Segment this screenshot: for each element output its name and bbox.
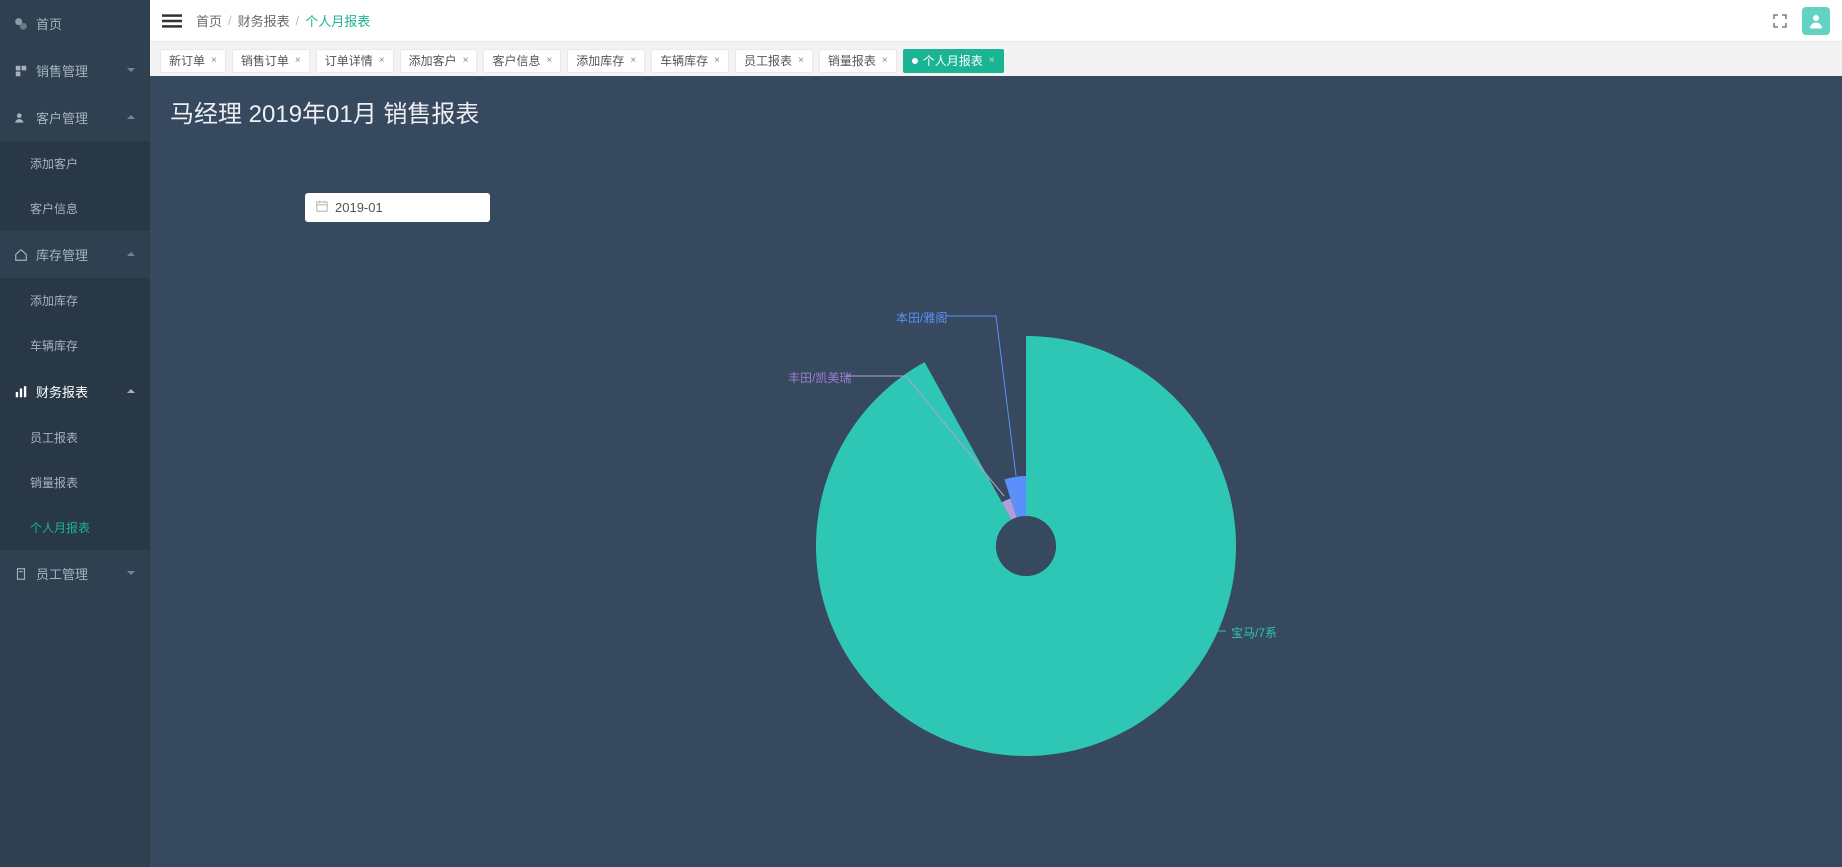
tab-vehicle-inventory[interactable]: 车辆库存 × — [651, 49, 729, 74]
tab-label: 销量报表 — [828, 53, 876, 70]
topbar-right — [1772, 7, 1830, 35]
chevron-up-icon — [126, 110, 136, 125]
sidebar-item-sales[interactable]: 销售管理 — [0, 47, 150, 94]
sidebar-item-label: 销售管理 — [36, 61, 88, 80]
tab-label: 员工报表 — [744, 53, 792, 70]
sidebar-item-label: 首页 — [36, 14, 62, 33]
avatar[interactable] — [1802, 7, 1830, 35]
chart-label-bmw: 宝马/7系 — [1231, 624, 1277, 641]
sidebar-item-label: 员工报表 — [30, 429, 78, 446]
sidebar-item-personal-monthly[interactable]: 个人月报表 — [0, 505, 150, 550]
tab-label: 新订单 — [169, 53, 205, 70]
tab-label: 添加客户 — [409, 53, 457, 70]
chart-svg — [546, 196, 1446, 867]
tab-label: 客户信息 — [492, 53, 540, 70]
tab-add-customer[interactable]: 添加客户 × — [400, 49, 478, 74]
chevron-up-icon — [126, 247, 136, 262]
sales-icon — [14, 64, 28, 78]
chevron-down-icon — [126, 63, 136, 78]
tab-label: 订单详情 — [325, 53, 373, 70]
sidebar-item-staff[interactable]: 员工管理 — [0, 550, 150, 597]
staff-icon — [14, 567, 28, 581]
sidebar-item-reports[interactable]: 财务报表 — [0, 368, 150, 415]
close-icon[interactable]: × — [714, 54, 720, 68]
tab-staff-report[interactable]: 员工报表 × — [735, 49, 813, 74]
close-icon[interactable]: × — [211, 54, 217, 68]
tab-add-inventory[interactable]: 添加库存 × — [567, 49, 645, 74]
breadcrumb: 首页 / 财务报表 / 个人月报表 — [196, 11, 370, 30]
breadcrumb-home[interactable]: 首页 — [196, 11, 222, 30]
tab-label: 销售订单 — [241, 53, 289, 70]
tab-personal-monthly[interactable]: 个人月报表 × — [903, 49, 1004, 74]
sidebar-item-home[interactable]: 首页 — [0, 0, 150, 47]
topbar: 首页 / 财务报表 / 个人月报表 — [150, 0, 1842, 42]
tab-sales-report[interactable]: 销量报表 × — [819, 49, 897, 74]
tabsbar: 新订单 × 销售订单 × 订单详情 × 添加客户 × 客户信息 × 添加库存 × 车辆库存 ×… — [150, 42, 1842, 76]
content: 首页 / 财务报表 / 个人月报表 新订单 × 销售订单 × 订单详情 × — [150, 0, 1842, 867]
chart-hole — [996, 516, 1056, 576]
close-icon[interactable]: × — [882, 54, 888, 68]
chevron-down-icon — [126, 566, 136, 581]
date-input[interactable]: 2019-01 — [305, 193, 490, 222]
sidebar-item-customers[interactable]: 客户管理 — [0, 94, 150, 141]
calendar-icon — [315, 199, 329, 216]
home-icon — [14, 248, 28, 262]
sidebar-item-label: 财务报表 — [36, 382, 88, 401]
tab-customer-info[interactable]: 客户信息 × — [483, 49, 561, 74]
sidebar-item-label: 个人月报表 — [30, 519, 90, 536]
chart-label-toyota: 丰田/凯美瑞 — [788, 369, 851, 386]
date-value: 2019-01 — [335, 200, 383, 215]
sidebar-item-customer-info[interactable]: 客户信息 — [0, 186, 150, 231]
close-icon[interactable]: × — [295, 54, 301, 68]
tab-label: 车辆库存 — [660, 53, 708, 70]
close-icon[interactable]: × — [546, 54, 552, 68]
tab-order-detail[interactable]: 订单详情 × — [316, 49, 394, 74]
breadcrumb-current: 个人月报表 — [305, 11, 370, 30]
sidebar-item-staff-report[interactable]: 员工报表 — [0, 415, 150, 460]
sales-chart: 宝马/7系 本田/雅阁 丰田/凯美瑞 — [546, 196, 1446, 867]
sidebar-item-label: 添加客户 — [30, 155, 78, 172]
sidebar-item-sales-report[interactable]: 销量报表 — [0, 460, 150, 505]
sidebar-item-label: 销量报表 — [30, 474, 78, 491]
chart-label-honda: 本田/雅阁 — [896, 309, 947, 326]
sidebar-item-label: 车辆库存 — [30, 337, 78, 354]
sidebar-item-label: 客户信息 — [30, 200, 78, 217]
fullscreen-icon[interactable] — [1772, 13, 1788, 29]
sidebar-item-add-customer[interactable]: 添加客户 — [0, 141, 150, 186]
main-panel: 马经理 2019年01月 销售报表 2019-01 — [150, 76, 1842, 867]
app-root: 首页 销售管理 客户管理 添加客户 客户信息 库存管理 添加库存 车辆库存 — [0, 0, 1842, 867]
sidebar: 首页 销售管理 客户管理 添加客户 客户信息 库存管理 添加库存 车辆库存 — [0, 0, 150, 867]
page-title: 马经理 2019年01月 销售报表 — [170, 94, 1822, 129]
tab-label: 个人月报表 — [923, 53, 983, 70]
breadcrumb-sep: / — [290, 13, 306, 28]
close-icon[interactable]: × — [798, 54, 804, 68]
sidebar-item-label: 客户管理 — [36, 108, 88, 127]
sidebar-item-vehicle-inventory[interactable]: 车辆库存 — [0, 323, 150, 368]
menu-toggle-icon[interactable] — [162, 11, 182, 31]
users-icon — [14, 111, 28, 125]
sidebar-item-add-inventory[interactable]: 添加库存 — [0, 278, 150, 323]
tab-new-order[interactable]: 新订单 × — [160, 49, 226, 74]
dashboard-icon — [14, 17, 28, 31]
sidebar-item-inventory[interactable]: 库存管理 — [0, 231, 150, 278]
chart-icon — [14, 385, 28, 399]
sidebar-item-label: 员工管理 — [36, 564, 88, 583]
close-icon[interactable]: × — [989, 54, 995, 68]
close-icon[interactable]: × — [463, 54, 469, 68]
tab-label: 添加库存 — [576, 53, 624, 70]
sidebar-item-label: 添加库存 — [30, 292, 78, 309]
close-icon[interactable]: × — [630, 54, 636, 68]
sidebar-item-label: 库存管理 — [36, 245, 88, 264]
chevron-up-icon — [126, 384, 136, 399]
tab-sales-order[interactable]: 销售订单 × — [232, 49, 310, 74]
close-icon[interactable]: × — [379, 54, 385, 68]
breadcrumb-parent[interactable]: 财务报表 — [238, 11, 290, 30]
breadcrumb-sep: / — [222, 13, 238, 28]
